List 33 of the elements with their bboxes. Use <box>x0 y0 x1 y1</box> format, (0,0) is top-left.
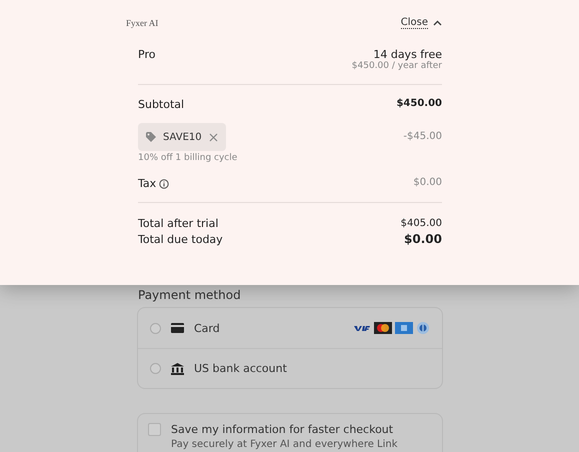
radio-button[interactable] <box>150 363 161 374</box>
subtotal-label: Subtotal <box>138 98 184 111</box>
payment-option[interactable]: US bank account <box>138 348 442 388</box>
tag-icon <box>146 132 156 142</box>
price-after-trial: $450.00 / year after <box>352 61 442 71</box>
chevron-up-icon <box>433 20 442 26</box>
brand-logo: Fyxer AI <box>126 18 158 28</box>
payment-option[interactable]: Card <box>138 308 442 348</box>
bank-icon <box>171 362 184 374</box>
remove-button[interactable] <box>208 132 218 142</box>
radio-button[interactable] <box>150 322 161 334</box>
save-info-description: Pay securely at Fyxer AI and everywhere Link <box>171 439 398 450</box>
diners-logo-icon <box>416 322 430 334</box>
discount-description: 10% off 1 billing cycle <box>138 153 238 163</box>
mastercard-logo-icon <box>374 322 392 334</box>
subtotal-value: $450.00 <box>396 98 442 109</box>
total-label: Total due today <box>138 232 223 246</box>
amex-logo-icon <box>395 322 413 334</box>
tax-label: Tax <box>138 177 156 190</box>
close-button[interactable]: Close <box>400 17 442 29</box>
checkbox[interactable] <box>148 423 161 436</box>
info-icon[interactable] <box>159 178 170 188</box>
total-label: Total after trial <box>138 217 218 230</box>
tax-value: $0.00 <box>413 177 442 188</box>
save-info-label: Save my information for faster checkout <box>171 423 394 436</box>
promo-code: SAVE10 <box>163 132 202 142</box>
plan-name: Pro <box>138 48 156 61</box>
section-heading: Payment method <box>138 287 242 303</box>
discount-amount: -$45.00 <box>403 131 442 142</box>
trial-text: 14 days free <box>373 48 442 61</box>
total-value: $0.00 <box>404 232 442 246</box>
card-icon <box>171 323 184 333</box>
total-value: $405.00 <box>400 218 442 229</box>
